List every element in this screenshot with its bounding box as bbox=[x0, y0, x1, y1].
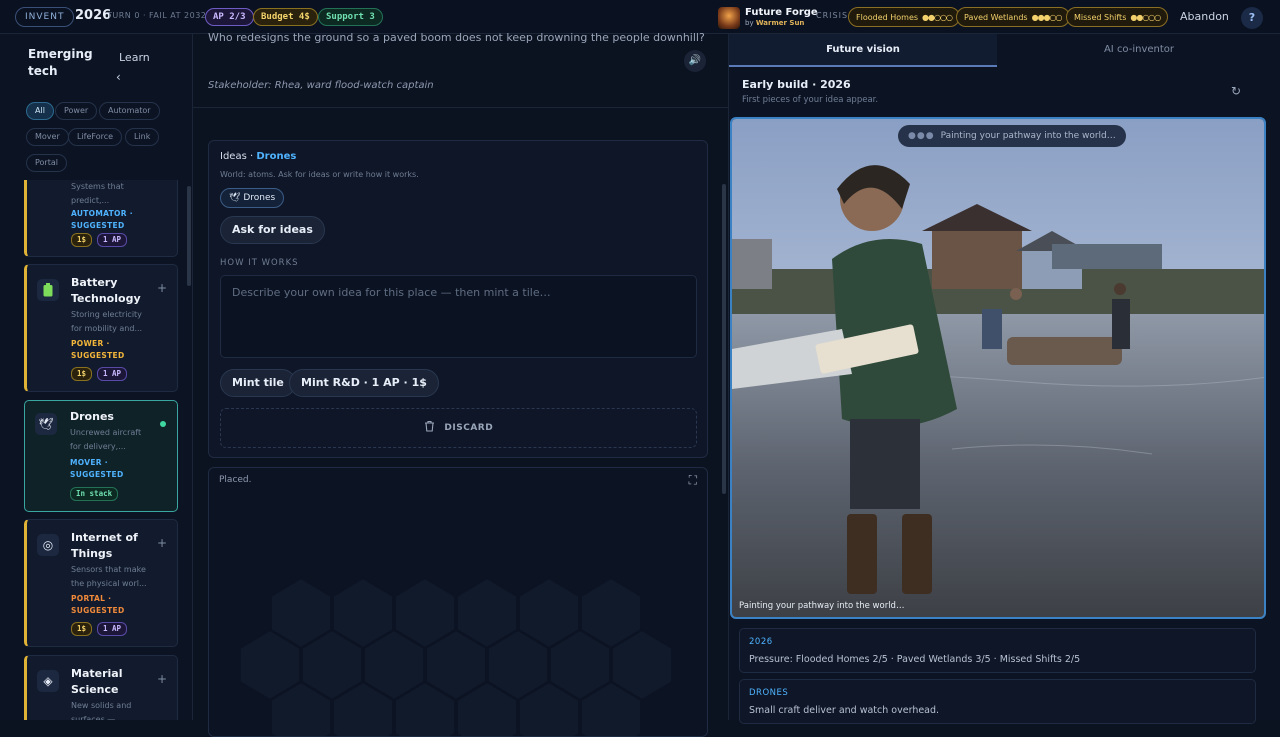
sidebar-title: Emerging tech bbox=[28, 47, 93, 78]
filter-power[interactable]: Power bbox=[55, 102, 98, 120]
card-category: PORTAL · SUGGESTED bbox=[71, 594, 125, 615]
filter-mover[interactable]: Mover bbox=[26, 128, 69, 146]
vision-panel: Future vision AI co-inventor Early build… bbox=[728, 34, 1280, 724]
ideas-workspace: Who redesigns the ground so a paved boom… bbox=[193, 31, 728, 737]
sidebar-scrollbar[interactable] bbox=[187, 186, 191, 286]
tech-card-material-science[interactable]: ◈ Material Science + New solids and surf… bbox=[24, 655, 178, 720]
build-subtitle: First pieces of your idea appear. bbox=[742, 95, 879, 105]
dove-icon: 🕊 bbox=[229, 193, 241, 203]
mint-rd-button[interactable]: Mint R&D · 1 AP · 1$ bbox=[289, 369, 439, 397]
crisis-pill-missed-shifts[interactable]: Missed Shifts ●●○○○ bbox=[1066, 7, 1169, 27]
ideas-panel: Ideas · Drones World: atoms. Ask for ide… bbox=[208, 140, 708, 458]
add-icon[interactable]: + bbox=[157, 281, 167, 295]
tech-card-list: Systems that predict,... AUTOMATOR · SUGG… bbox=[24, 180, 180, 720]
tab-ai-co-inventor[interactable]: AI co-inventor bbox=[997, 34, 1280, 67]
hex-grid bbox=[239, 576, 673, 736]
collapse-chevron-icon[interactable]: ‹ bbox=[116, 70, 121, 84]
top-bar: INVENT 2026 TURN 0 · FAIL AT 2032 AP 2/3… bbox=[0, 0, 1280, 34]
tab-future-vision[interactable]: Future vision bbox=[729, 34, 997, 67]
card-title: Material Science bbox=[71, 667, 123, 696]
support-pill: Support 3 bbox=[318, 8, 383, 26]
discard-button[interactable]: DISCARD bbox=[220, 408, 697, 448]
idea-description-input[interactable]: Describe your own idea for this place — … bbox=[220, 275, 697, 358]
crisis-pill-paved-wetlands[interactable]: Paved Wetlands ●●●○○ bbox=[956, 7, 1070, 27]
image-caption: Painting your pathway into the world… bbox=[739, 601, 905, 611]
ideas-subtitle: World: atoms. Ask for ideas or write how… bbox=[220, 170, 419, 179]
cost-badge: 1$ bbox=[71, 367, 93, 381]
app-title: Future Forge bbox=[745, 7, 818, 18]
refresh-icon[interactable]: ↻ bbox=[1231, 84, 1241, 98]
app-subtitle: by Warmer Sun bbox=[745, 19, 805, 27]
info-card-year: 2026 Pressure: Flooded Homes 2/5 · Paved… bbox=[739, 628, 1256, 673]
filter-all[interactable]: All bbox=[26, 102, 54, 120]
card-category: POWER · SUGGESTED bbox=[71, 339, 125, 360]
mint-tile-button[interactable]: Mint tile bbox=[220, 369, 296, 397]
card-description: Uncrewed aircraft for delivery,... bbox=[70, 428, 142, 451]
ideas-heading: Ideas · Drones bbox=[220, 151, 297, 162]
image-status-pill: ●●● Painting your pathway into the world… bbox=[898, 125, 1126, 147]
in-stack-badge: In stack bbox=[70, 487, 119, 501]
workspace-scrollbar[interactable] bbox=[722, 184, 726, 494]
filter-lifeforce[interactable]: LifeForce bbox=[68, 128, 123, 146]
card-description: New solids and surfaces — bbox=[71, 701, 132, 720]
crisis-label: CRISIS bbox=[816, 11, 849, 20]
speaker-icon[interactable]: 🔊 bbox=[684, 50, 706, 72]
crisis-pill-flooded-homes[interactable]: Flooded Homes ●●○○○ bbox=[848, 7, 960, 27]
drone-bird-icon: 🕊 bbox=[35, 413, 57, 435]
filter-automator[interactable]: Automator bbox=[99, 102, 160, 120]
build-title: Early build · 2026 bbox=[742, 78, 851, 91]
card-description: Storing electricity for mobility and... bbox=[71, 310, 143, 333]
ap-pill: AP 2/3 bbox=[205, 8, 254, 26]
card-category: AUTOMATOR · SUGGESTED bbox=[71, 209, 133, 230]
info-key: 2026 bbox=[749, 637, 773, 647]
tech-chip-drones[interactable]: 🕊 Drones bbox=[220, 188, 285, 208]
card-description: Sensors that make the physical worl... bbox=[71, 565, 147, 588]
card-description: Systems that predict,... bbox=[71, 182, 124, 205]
info-value: Small craft deliver and watch overhead. bbox=[749, 705, 940, 716]
filter-portal[interactable]: Portal bbox=[26, 154, 67, 172]
trash-icon bbox=[424, 420, 434, 432]
card-category: MOVER · SUGGESTED bbox=[70, 458, 124, 479]
selected-dot-icon bbox=[160, 421, 166, 427]
budget-pill: Budget 4$ bbox=[253, 8, 318, 26]
card-title: Drones bbox=[70, 410, 114, 423]
diamond-icon: ◈ bbox=[37, 670, 59, 692]
target-icon: ◎ bbox=[37, 534, 59, 556]
tech-sidebar: Emerging tech Learn ‹ All Power Automato… bbox=[0, 34, 193, 720]
flooded-village-scene bbox=[732, 119, 1264, 617]
cost-badge: 1$ bbox=[71, 622, 93, 636]
tech-card-internet-of-things[interactable]: ◎ Internet of Things + Sensors that make… bbox=[24, 519, 178, 647]
add-icon[interactable]: + bbox=[157, 536, 167, 550]
filter-link[interactable]: Link bbox=[125, 128, 160, 146]
add-icon[interactable]: + bbox=[157, 672, 167, 686]
battery-icon bbox=[37, 279, 59, 301]
cost-badge: 1$ bbox=[71, 233, 93, 247]
how-it-works-label: HOW IT WORKS bbox=[220, 258, 299, 268]
ask-for-ideas-button[interactable]: Ask for ideas bbox=[220, 216, 325, 244]
help-button[interactable]: ? bbox=[1241, 7, 1263, 29]
learn-link[interactable]: Learn bbox=[119, 51, 150, 64]
tech-card-battery-technology[interactable]: Battery Technology + Storing electricity… bbox=[24, 264, 178, 392]
abandon-button[interactable]: Abandon bbox=[1180, 10, 1229, 23]
info-key: DRONES bbox=[749, 688, 789, 698]
tech-card-automator[interactable]: Systems that predict,... AUTOMATOR · SUGG… bbox=[24, 180, 178, 257]
mode-pill: INVENT bbox=[15, 7, 75, 27]
prompt-question: Who redesigns the ground so a paved boom… bbox=[208, 31, 705, 44]
ap-badge: 1 AP bbox=[97, 622, 128, 636]
card-title: Internet of Things bbox=[71, 531, 138, 560]
app-logo-icon bbox=[718, 7, 740, 29]
stakeholder-label: Stakeholder: Rhea, ward flood-watch capt… bbox=[208, 80, 434, 91]
placed-board[interactable]: Placed. ⛶ bbox=[208, 467, 708, 737]
turn-label: TURN 0 · FAIL AT 2032 bbox=[107, 11, 207, 20]
ap-badge: 1 AP bbox=[97, 367, 128, 381]
divider bbox=[193, 107, 728, 108]
year-label: 2026 bbox=[75, 8, 112, 23]
vision-image: ●●● Painting your pathway into the world…… bbox=[730, 117, 1266, 619]
info-card-drones: DRONES Small craft deliver and watch ove… bbox=[739, 679, 1256, 724]
tech-card-drones[interactable]: 🕊 Drones Uncrewed aircraft for delivery,… bbox=[24, 400, 178, 512]
info-value: Pressure: Flooded Homes 2/5 · Paved Wetl… bbox=[749, 654, 1081, 665]
card-title: Battery Technology bbox=[71, 276, 141, 305]
ap-badge: 1 AP bbox=[97, 233, 128, 247]
